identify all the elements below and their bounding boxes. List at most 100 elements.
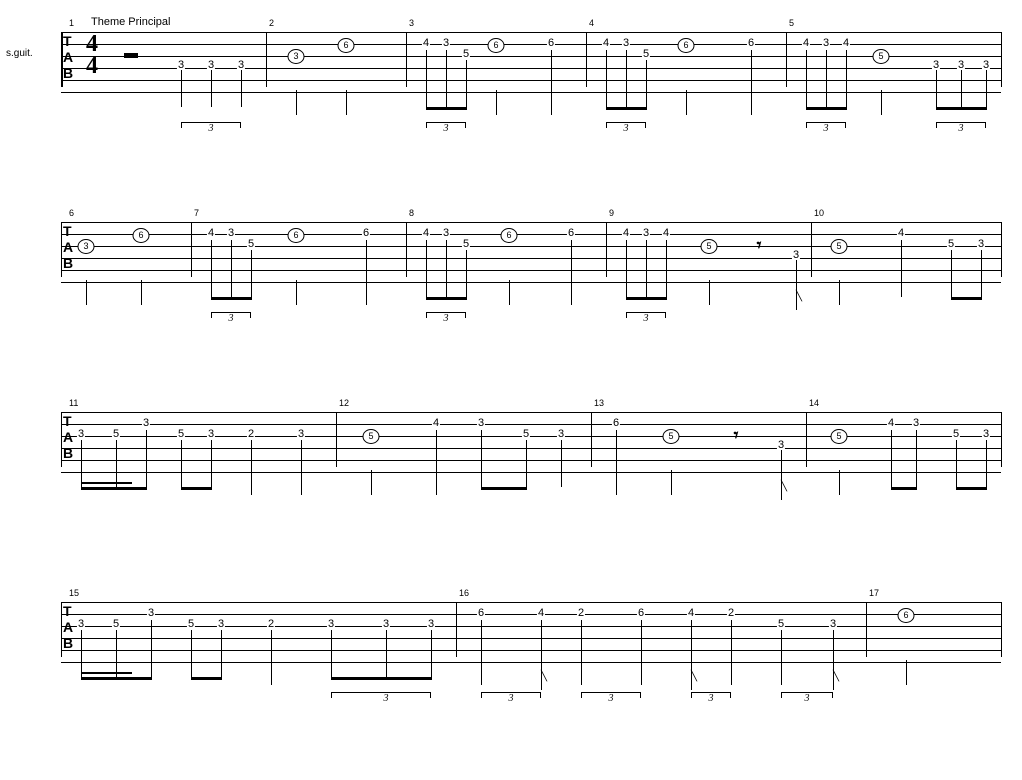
note-stem: [446, 240, 447, 297]
barline: [786, 32, 787, 87]
measure-number: 9: [609, 208, 614, 218]
note-stem: [241, 70, 242, 107]
fret-number-circled: 6: [501, 228, 518, 243]
fret-number-circled: 6: [338, 38, 355, 53]
note-stem: [466, 250, 467, 297]
fret-number: 4: [887, 418, 895, 429]
note-stem: [221, 630, 222, 677]
barline: [1001, 602, 1002, 657]
fret-number: 3: [977, 239, 985, 250]
note-stem: [916, 430, 917, 487]
fret-number: 4: [622, 228, 630, 239]
note-stem: [231, 240, 232, 297]
fret-number: 3: [207, 429, 215, 440]
note-stem: [81, 440, 82, 487]
note-stem: [986, 440, 987, 487]
fret-number: 3: [217, 619, 225, 630]
beam: [806, 107, 847, 110]
fret-number: 3: [297, 429, 305, 440]
tab-letter-a: A: [63, 50, 73, 64]
fret-number: 6: [547, 38, 555, 49]
note-stem: [646, 240, 647, 297]
note-stem: [796, 260, 797, 310]
note-stem: [146, 430, 147, 487]
fret-number: 3: [382, 619, 390, 630]
fret-number: 2: [727, 608, 735, 619]
note-stem: [251, 250, 252, 297]
measure-number: 15: [69, 588, 79, 598]
fret-number: 5: [947, 239, 955, 250]
instrument-label: s.guit.: [6, 48, 33, 59]
fret-number: 4: [432, 418, 440, 429]
note-stem: [646, 60, 647, 107]
triplet-number: 3: [381, 693, 392, 704]
fret-number-circled: 5: [831, 429, 848, 444]
note-stem: [626, 50, 627, 107]
note-stem: [371, 470, 372, 495]
note-flag-icon: ╲: [781, 482, 787, 492]
note-stem: [116, 630, 117, 677]
fret-number-circled: 6: [288, 228, 305, 243]
fret-number: 6: [637, 608, 645, 619]
note-stem: [116, 440, 117, 487]
beam: [81, 677, 152, 680]
note-stem: [81, 630, 82, 677]
beam: [116, 482, 132, 484]
fret-number: 5: [462, 49, 470, 60]
note-flag-icon: ╲: [541, 672, 547, 682]
fret-number: 4: [537, 608, 545, 619]
note-stem: [781, 630, 782, 685]
note-stem: [481, 430, 482, 487]
measure-number: 10: [814, 208, 824, 218]
tab-letter-b: B: [63, 636, 73, 650]
barline: [811, 222, 812, 277]
fret-number: 6: [477, 608, 485, 619]
fret-number: 3: [77, 619, 85, 630]
note-stem: [446, 50, 447, 107]
fret-number: 5: [462, 239, 470, 250]
measure-number: 14: [809, 398, 819, 408]
fret-number: 4: [422, 38, 430, 49]
note-stem: [731, 620, 732, 685]
measure-number: 1: [69, 18, 74, 28]
measure-number: 16: [459, 588, 469, 598]
note-stem: [671, 470, 672, 495]
note-stem: [151, 620, 152, 677]
fret-number: 2: [247, 429, 255, 440]
tab-letter-b: B: [63, 66, 73, 80]
fret-number: 6: [747, 38, 755, 49]
note-stem: [606, 50, 607, 107]
measure-number: 2: [269, 18, 274, 28]
note-stem: [141, 280, 142, 305]
note-stem: [906, 660, 907, 685]
fret-number: 3: [912, 418, 920, 429]
triplet-number: 3: [441, 313, 452, 324]
barline: [406, 32, 407, 87]
tab-system-4: TAB151617353532333642642536╲╲╲33333: [11, 580, 1011, 710]
beam: [81, 672, 117, 674]
note-stem: [561, 440, 562, 487]
barline: [336, 412, 337, 467]
beam: [81, 482, 117, 484]
beam: [951, 297, 982, 300]
section-title: Theme Principal: [91, 16, 170, 28]
triplet-number: 3: [206, 123, 217, 134]
note-stem: [901, 240, 902, 297]
fret-number: 3: [142, 418, 150, 429]
measure-number: 3: [409, 18, 414, 28]
beam: [81, 487, 147, 490]
note-stem: [211, 240, 212, 297]
fret-number: 6: [362, 228, 370, 239]
fret-number: 5: [187, 619, 195, 630]
barline: [586, 32, 587, 87]
note-stem: [709, 280, 710, 305]
note-stem: [936, 70, 937, 107]
triplet-number: 3: [956, 123, 967, 134]
barline: [591, 412, 592, 467]
barline: [61, 602, 62, 657]
note-stem: [571, 240, 572, 305]
triplet-number: 3: [821, 123, 832, 134]
fret-number: 4: [842, 38, 850, 49]
fret-number-circled: 5: [701, 239, 718, 254]
note-stem: [251, 440, 252, 495]
